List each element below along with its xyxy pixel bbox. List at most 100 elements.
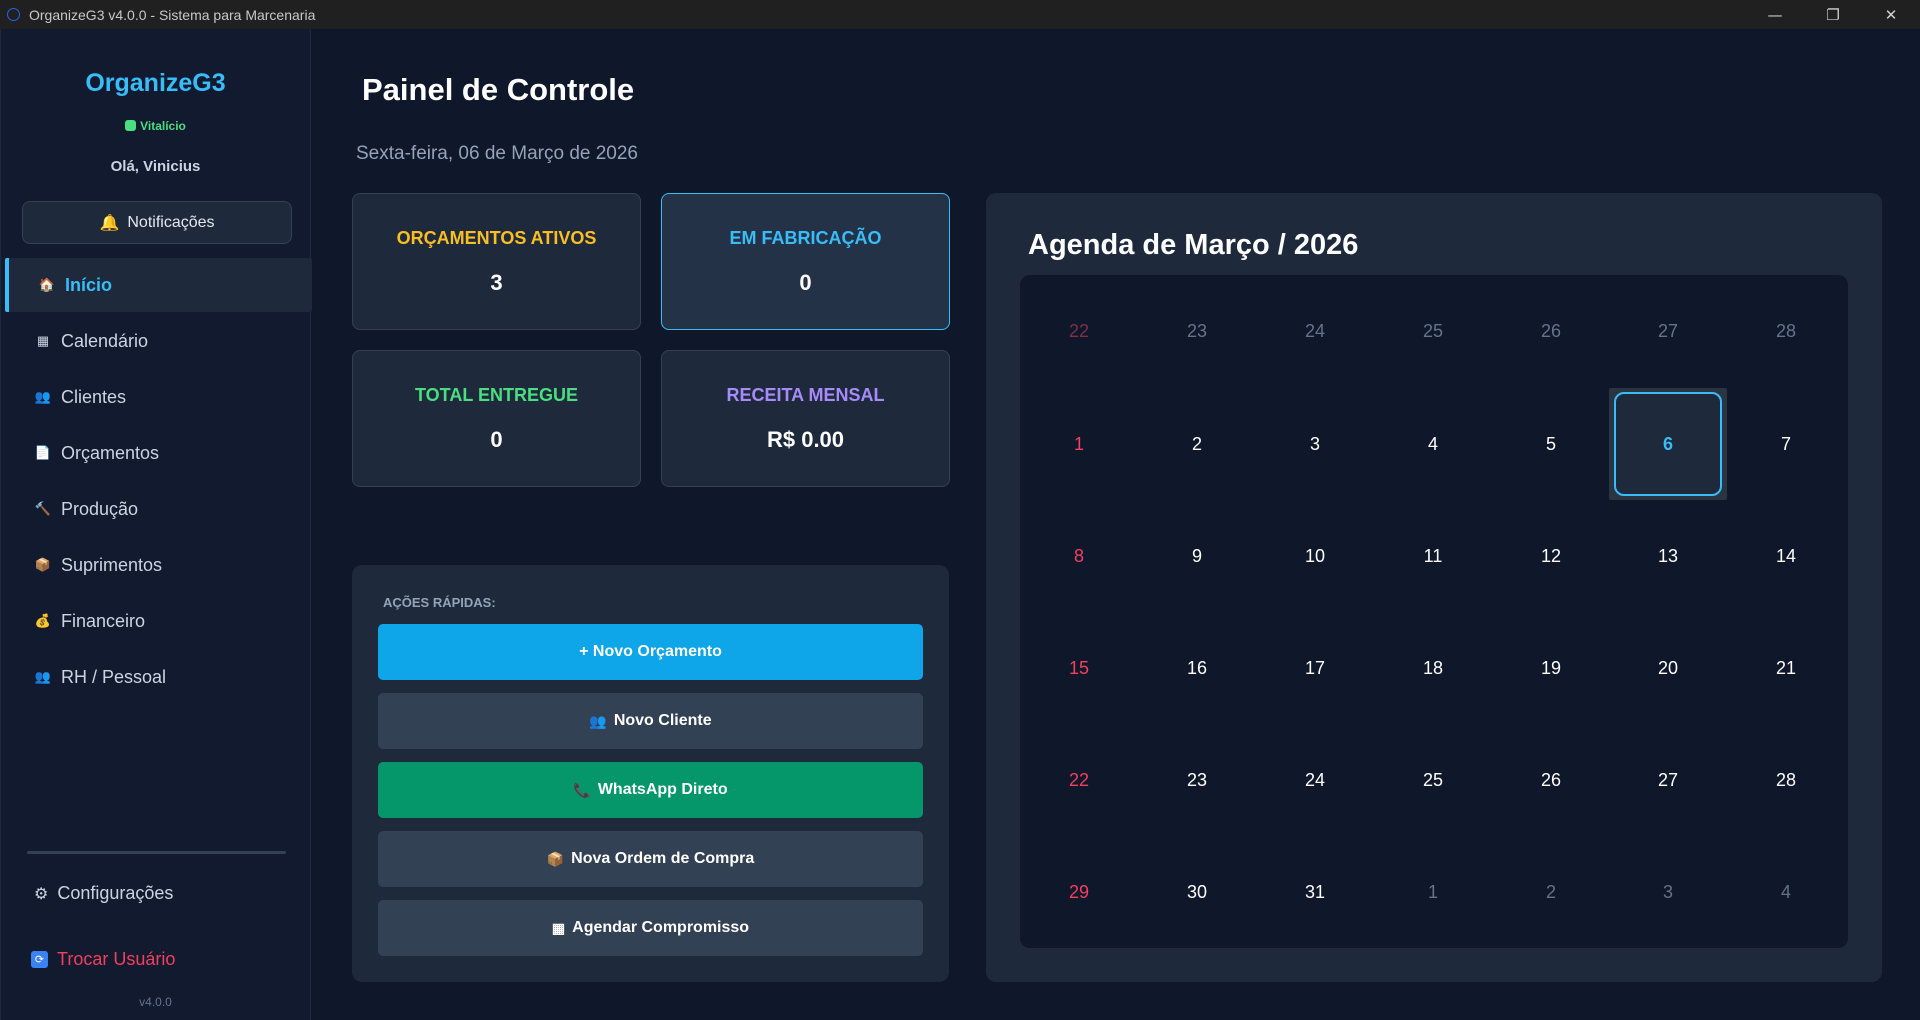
calendar-day[interactable]: 3	[1609, 836, 1727, 948]
stat-label: TOTAL ENTREGUE	[414, 385, 578, 405]
calendar-day[interactable]: 27	[1609, 724, 1727, 836]
calendar-day[interactable]: 26	[1492, 724, 1610, 836]
calendar-day[interactable]: 25	[1374, 724, 1492, 836]
calendar-day[interactable]: 2	[1492, 836, 1610, 948]
notifications-label: Notificações	[127, 213, 215, 231]
stat-value: 0	[490, 427, 503, 452]
current-date: Sexta-feira, 06 de Março de 2026	[356, 143, 639, 164]
calendar-day-today[interactable]: 6	[1609, 388, 1727, 500]
calendar-day[interactable]: 26	[1492, 275, 1610, 387]
calendar-day[interactable]: 4	[1374, 388, 1492, 500]
calendar-day[interactable]: 2	[1138, 388, 1256, 500]
calendar-day[interactable]: 18	[1374, 612, 1492, 724]
calendar-day[interactable]: 21	[1727, 612, 1845, 724]
calendar-day[interactable]: 25	[1374, 275, 1492, 387]
sidebar-item-label: Suprimentos	[61, 554, 163, 575]
calendar-day[interactable]: 1	[1020, 388, 1138, 500]
calendar-icon: ▦	[551, 919, 566, 936]
calendar-day[interactable]: 22	[1020, 275, 1138, 387]
sidebar-item-label: Clientes	[61, 386, 127, 407]
button-label: WhatsApp Direto	[597, 781, 728, 798]
calendar-day[interactable]: 14	[1727, 500, 1845, 612]
calendar-day[interactable]: 5	[1492, 388, 1610, 500]
calendar-day[interactable]: 8	[1020, 500, 1138, 612]
new-purchase-order-button[interactable]: 📦 Nova Ordem de Compra	[378, 831, 923, 887]
calendar-day[interactable]: 29	[1020, 836, 1138, 948]
bell-icon: 🔔	[99, 214, 120, 232]
settings-link[interactable]: ⚙ Configurações	[34, 883, 173, 904]
app-icon	[7, 8, 20, 21]
calendar-day[interactable]: 20	[1609, 612, 1727, 724]
new-quote-button[interactable]: + Novo Orçamento	[378, 624, 923, 680]
calendar-day[interactable]: 28	[1727, 724, 1845, 836]
calendar-day[interactable]: 11	[1374, 500, 1492, 612]
sidebar-divider	[27, 851, 286, 854]
minimize-button[interactable]: —	[1746, 0, 1804, 29]
calendar-day[interactable]: 24	[1256, 724, 1374, 836]
calendar-day[interactable]: 12	[1492, 500, 1610, 612]
agenda-panel: Agenda de Março / 2026 22 23 24 25 26 27 28 1 2 3…	[986, 193, 1882, 982]
settings-label: Configurações	[57, 883, 174, 903]
calendar-day[interactable]: 9	[1138, 500, 1256, 612]
sidebar-item-in-cio[interactable]: 🏠 Início	[5, 258, 312, 312]
switch-user-link[interactable]: ⟳ Trocar Usuário	[31, 949, 175, 970]
status-dot-icon	[125, 120, 137, 131]
calendar-day[interactable]: 19	[1492, 612, 1610, 724]
calendar-day[interactable]: 17	[1256, 612, 1374, 724]
calendar-day[interactable]: 1	[1374, 836, 1492, 948]
sidebar-item-rh-pessoal[interactable]: 👥 RH / Pessoal	[1, 650, 312, 704]
calendar-day[interactable]: 23	[1138, 275, 1256, 387]
sidebar-item-or-amentos[interactable]: 📄 Orçamentos	[1, 426, 312, 480]
sidebar-item-calend-rio[interactable]: ▦ Calendário	[1, 314, 312, 368]
calendar-day[interactable]: 27	[1609, 275, 1727, 387]
brand-logo-text: OrganizeG3	[85, 69, 226, 97]
users-icon: 👥	[589, 712, 607, 729]
sidebar-item-clientes[interactable]: 👥 Clientes	[1, 370, 312, 424]
hammer-icon: 🔨	[34, 501, 52, 516]
stat-label: RECEITA MENSAL	[726, 385, 885, 405]
button-label: Nova Ordem de Compra	[571, 850, 755, 867]
window-titlebar: OrganizeG3 v4.0.0 - Sistema para Marcena…	[0, 0, 1920, 29]
window-title: OrganizeG3 v4.0.0 - Sistema para Marcena…	[29, 6, 316, 23]
calendar-day[interactable]: 28	[1727, 275, 1845, 387]
sidebar-item-label: Início	[65, 274, 113, 295]
users-icon: 👥	[34, 389, 52, 404]
calendar-day[interactable]: 23	[1138, 724, 1256, 836]
sidebar-item-financeiro[interactable]: 💰 Financeiro	[1, 594, 312, 648]
calendar-day[interactable]: 4	[1727, 836, 1845, 948]
schedule-appointment-button[interactable]: ▦ Agendar Compromisso	[378, 900, 923, 956]
calendar-day[interactable]: 22	[1020, 724, 1138, 836]
new-client-button[interactable]: 👥 Novo Cliente	[378, 693, 923, 749]
sidebar-item-produ-o[interactable]: 🔨 Produção	[1, 482, 312, 536]
calendar-day[interactable]: 16	[1138, 612, 1256, 724]
sidebar: OrganizeG3 Vitalício Olá, Vinicius 🔔 Noti…	[0, 29, 312, 1020]
maximize-button[interactable]: ❐	[1804, 0, 1862, 29]
app-version: v4.0.0	[139, 995, 172, 1009]
calendar-day[interactable]: 3	[1256, 388, 1374, 500]
stat-label: EM FABRICAÇÃO	[729, 228, 882, 248]
box-icon: 📦	[34, 557, 52, 572]
calendar-day[interactable]: 15	[1020, 612, 1138, 724]
stat-label: ORÇAMENTOS ATIVOS	[396, 228, 597, 248]
close-button[interactable]: ✕	[1862, 0, 1920, 29]
calendar-day[interactable]: 24	[1256, 275, 1374, 387]
calendar-day[interactable]: 30	[1138, 836, 1256, 948]
calendar-day[interactable]: 13	[1609, 500, 1727, 612]
stat-value: R$ 0.00	[766, 427, 845, 452]
agenda-title: Agenda de Março / 2026	[1028, 229, 1359, 261]
calendar-day[interactable]: 31	[1256, 836, 1374, 948]
whatsapp-button[interactable]: 📞 WhatsApp Direto	[378, 762, 923, 818]
calendar-icon: ▦	[36, 333, 50, 348]
sidebar-item-label: RH / Pessoal	[61, 666, 167, 687]
calendar-day[interactable]: 10	[1256, 500, 1374, 612]
sidebar-item-label: Financeiro	[61, 610, 146, 631]
switch-user-label: Trocar Usuário	[57, 949, 176, 969]
phone-icon: 📞	[573, 781, 591, 798]
gear-icon: ⚙	[34, 885, 49, 903]
button-label: Agendar Compromisso	[572, 919, 750, 936]
calendar-day[interactable]: 7	[1727, 388, 1845, 500]
sidebar-item-suprimentos[interactable]: 📦 Suprimentos	[1, 538, 312, 592]
stat-card-active-quotes: ORÇAMENTOS ATIVOS 3	[352, 193, 641, 330]
notifications-button[interactable]: 🔔 Notificações	[22, 201, 292, 244]
stat-value: 0	[799, 270, 812, 295]
